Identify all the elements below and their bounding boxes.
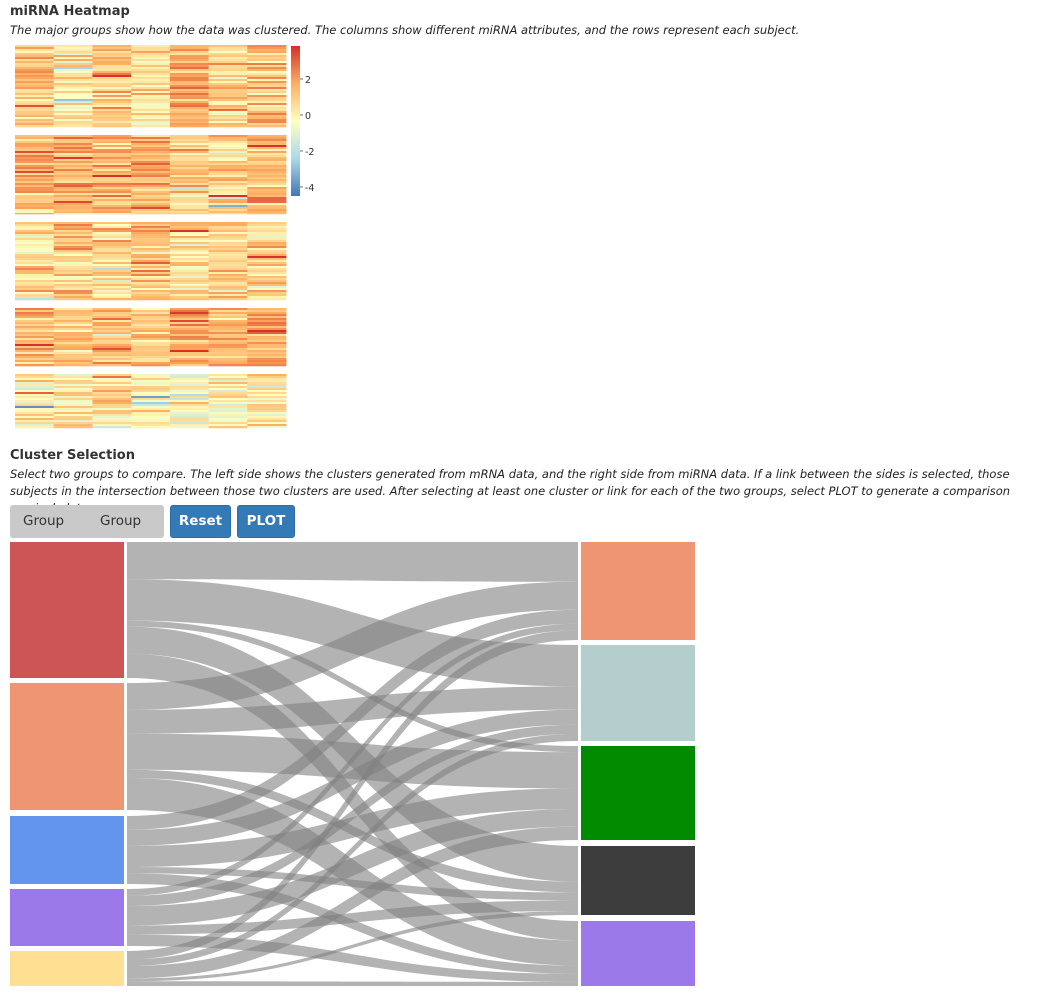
heatmap-title: miRNA Heatmap [10, 4, 130, 19]
sankey-link[interactable] [127, 542, 578, 582]
mirna-cluster-node[interactable] [581, 846, 695, 915]
heatmap-cluster-block [15, 222, 287, 301]
heatmap-cluster-block [15, 374, 287, 429]
mrna-cluster-node[interactable] [10, 683, 124, 810]
mirna-cluster-node[interactable] [581, 542, 695, 640]
legend-tick-label: -2 [305, 147, 314, 158]
cluster-selection-title: Cluster Selection [10, 448, 135, 463]
legend-tick-label: -4 [305, 183, 314, 194]
legend-tick-label: 0 [305, 111, 311, 122]
heatmap-color-legend [291, 46, 300, 196]
cluster-selection-description: Select two groups to compare. The left s… [10, 467, 1011, 515]
mirna-cluster-node[interactable] [581, 645, 695, 741]
heatmap-cluster-block [15, 45, 287, 128]
plot-button[interactable]: PLOT [237, 505, 295, 538]
mirna-heatmap: 2 0 -2 -4 [15, 45, 314, 429]
mrna-cluster-node[interactable] [10, 542, 124, 678]
legend-tick-label: 2 [305, 75, 311, 86]
mrna-cluster-node[interactable] [10, 816, 124, 884]
group2-toggle-button[interactable]: Group 2 [87, 505, 164, 562]
cluster-sankey-diagram [10, 542, 695, 986]
mrna-cluster-node[interactable] [10, 951, 124, 986]
mrna-cluster-node[interactable] [10, 889, 124, 946]
reset-button[interactable]: Reset [170, 505, 231, 538]
heatmap-description: The major groups show how the data was c… [10, 23, 800, 37]
mirna-cluster-node[interactable] [581, 921, 695, 986]
heatmap-cluster-block [15, 308, 287, 367]
mirna-cluster-node[interactable] [581, 746, 695, 840]
sankey-link[interactable] [127, 981, 578, 986]
group1-toggle-button[interactable]: Group 1 [10, 505, 87, 562]
heatmap-cluster-block [15, 135, 287, 215]
sankey-links [127, 542, 578, 986]
group-toggle: Group 1 Group 2 [10, 505, 164, 562]
